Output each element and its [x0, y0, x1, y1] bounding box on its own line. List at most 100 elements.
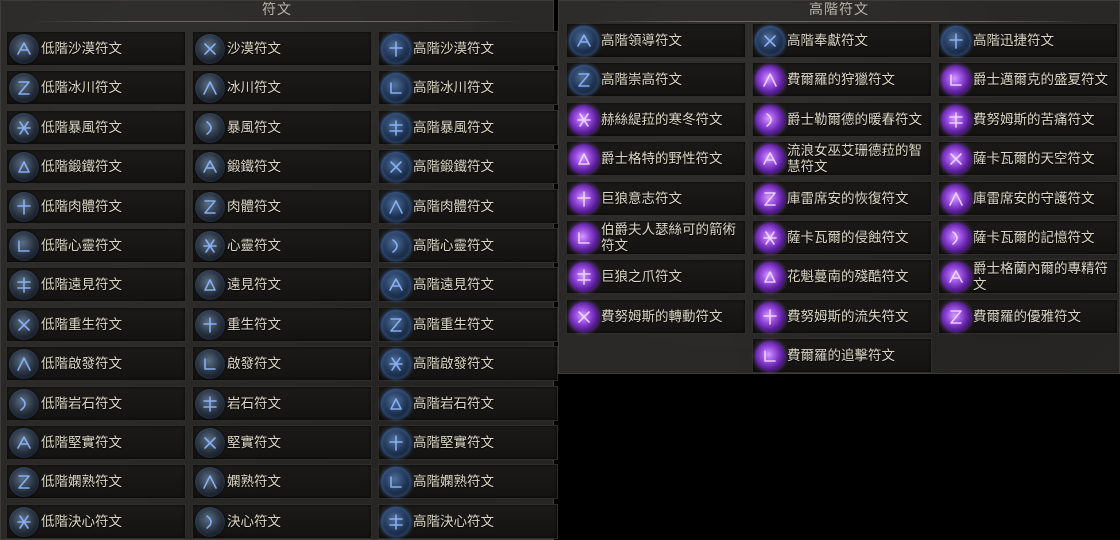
rune-slot[interactable]: 庫雷席安的守護符文	[938, 181, 1118, 216]
rune-slot[interactable]: 高階迅捷符文	[938, 23, 1118, 58]
rune-slot[interactable]: 爵士勒爾德的暖春符文	[752, 102, 932, 137]
rune-slot[interactable]: 高階決心符文	[378, 504, 558, 539]
rune-slot[interactable]: 鍛鐵符文	[192, 149, 372, 184]
rune-slot[interactable]: 巨狼意志符文	[566, 181, 746, 216]
rune-slot[interactable]: 低階決心符文	[6, 504, 186, 539]
rune-label: 爵士邁爾克的盛夏符文	[973, 71, 1108, 88]
rune-slot[interactable]: 低階啟發符文	[6, 346, 186, 381]
rune-icon	[195, 388, 225, 419]
rune-slot[interactable]: 低階心靈符文	[6, 228, 186, 263]
rune-label: 赫絲緹菈的寒冬符文	[601, 111, 723, 128]
rune-label: 心靈符文	[227, 237, 281, 254]
rune-slot[interactable]: 爵士邁爾克的盛夏符文	[938, 62, 1118, 97]
rune-icon	[941, 222, 971, 253]
rune-label: 低階啟發符文	[41, 355, 122, 372]
rune-icon	[941, 104, 971, 135]
rune-slot[interactable]: 低階鍛鐵符文	[6, 149, 186, 184]
rune-slot[interactable]: 高階遠見符文	[378, 267, 558, 302]
rune-slot[interactable]: 費爾羅的追擊符文	[752, 338, 932, 373]
rune-label: 低階決心符文	[41, 513, 122, 530]
rune-slot[interactable]: 低階肉體符文	[6, 189, 186, 224]
rune-slot[interactable]: 暴風符文	[192, 110, 372, 145]
rune-label: 高階崇高符文	[601, 71, 682, 88]
rune-slot[interactable]: 啟發符文	[192, 346, 372, 381]
rune-slot[interactable]: 薩卡瓦爾的天空符文	[938, 141, 1118, 176]
rune-icon	[941, 143, 971, 174]
rune-slot[interactable]: 低階重生符文	[6, 307, 186, 342]
rune-slot[interactable]: 低階冰川符文	[6, 70, 186, 105]
rune-slot[interactable]: 費努姆斯的轉動符文	[566, 299, 746, 334]
rune-slot[interactable]: 重生符文	[192, 307, 372, 342]
rune-slot[interactable]: 低階岩石符文	[6, 386, 186, 421]
rune-label: 高階沙漠符文	[413, 40, 494, 57]
rune-slot[interactable]: 巨狼之爪符文	[566, 259, 746, 294]
rune-icon	[569, 183, 599, 214]
rune-slot[interactable]: 高階暴風符文	[378, 110, 558, 145]
rune-slot[interactable]: 低階遠見符文	[6, 267, 186, 302]
rune-slot[interactable]: 庫雷席安的恢復符文	[752, 181, 932, 216]
rune-slot[interactable]: 花魁蔓南的殘酷符文	[752, 259, 932, 294]
rune-label: 重生符文	[227, 316, 281, 333]
rune-slot[interactable]: 高階奉獻符文	[752, 23, 932, 58]
rune-slot[interactable]: 伯爵夫人瑟絲可的箭術符文	[566, 220, 746, 255]
rune-slot[interactable]: 高階啟發符文	[378, 346, 558, 381]
rune-slot[interactable]: 決心符文	[192, 504, 372, 539]
rune-slot[interactable]: 流浪女巫艾珊德菈的智慧符文	[752, 141, 932, 176]
rune-label: 巨狼意志符文	[601, 190, 682, 207]
rune-slot[interactable]: 遠見符文	[192, 267, 372, 302]
rune-slot[interactable]: 高階領導符文	[566, 23, 746, 58]
rune-icon	[381, 269, 411, 300]
rune-slot[interactable]: 堅實符文	[192, 425, 372, 460]
rune-slot[interactable]: 沙漠符文	[192, 31, 372, 66]
rune-slot[interactable]: 低階沙漠符文	[6, 31, 186, 66]
rune-slot[interactable]: 高階鍛鐵符文	[378, 149, 558, 184]
rune-label: 鍛鐵符文	[227, 158, 281, 175]
rune-label: 費努姆斯的流失符文	[787, 308, 909, 325]
rune-slot[interactable]: 岩石符文	[192, 386, 372, 421]
rune-panel: 符文 低階沙漠符文 沙漠符文 高階沙漠符文 低階冰川符文 冰川符文 高階冰川符文 低階暴風符…	[0, 0, 558, 540]
rune-slot[interactable]: 低階堅實符文	[6, 425, 186, 460]
rune-slot[interactable]: 高階重生符文	[378, 307, 558, 342]
rune-slot[interactable]: 費爾羅的狩獵符文	[752, 62, 932, 97]
rune-slot[interactable]: 赫絲緹菈的寒冬符文	[566, 102, 746, 137]
rune-label: 高階嫻熟符文	[413, 473, 494, 490]
rune-icon	[195, 427, 225, 458]
rune-slot[interactable]: 爵士格特的野性符文	[566, 141, 746, 176]
rune-label: 肉體符文	[227, 198, 281, 215]
rune-slot[interactable]: 肉體符文	[192, 189, 372, 224]
rune-slot[interactable]: 高階心靈符文	[378, 228, 558, 263]
rune-icon	[941, 25, 971, 56]
rune-slot[interactable]: 高階肉體符文	[378, 189, 558, 224]
rune-slot[interactable]: 爵士格蘭內爾的專精符文	[938, 259, 1118, 294]
rune-icon	[9, 33, 39, 64]
rune-slot[interactable]: 薩卡瓦爾的記憶符文	[938, 220, 1118, 255]
rune-slot[interactable]: 高階嫻熟符文	[378, 464, 558, 499]
rune-slot[interactable]: 高階崇高符文	[566, 62, 746, 97]
rune-slot[interactable]: 高階冰川符文	[378, 70, 558, 105]
rune-slot[interactable]: 高階沙漠符文	[378, 31, 558, 66]
rune-label: 薩卡瓦爾的記憶符文	[973, 229, 1095, 246]
rune-slot[interactable]: 費努姆斯的苦痛符文	[938, 102, 1118, 137]
rune-slot[interactable]: 嫻熟符文	[192, 464, 372, 499]
rune-slot[interactable]: 費努姆斯的流失符文	[752, 299, 932, 334]
rune-icon	[381, 191, 411, 222]
rune-label: 決心符文	[227, 513, 281, 530]
rune-slot[interactable]: 薩卡瓦爾的侵蝕符文	[752, 220, 932, 255]
rune-slot[interactable]: 低階暴風符文	[6, 110, 186, 145]
rune-label: 伯爵夫人瑟絲可的箭術符文	[601, 221, 736, 254]
rune-icon	[755, 25, 785, 56]
rune-label: 高階遠見符文	[413, 276, 494, 293]
rune-slot[interactable]: 費爾羅的優雅符文	[938, 299, 1118, 334]
rune-label: 費爾羅的優雅符文	[973, 308, 1081, 325]
rune-icon	[9, 269, 39, 300]
rune-slot[interactable]: 低階嫻熟符文	[6, 464, 186, 499]
rune-icon	[9, 427, 39, 458]
rune-slot[interactable]: 心靈符文	[192, 228, 372, 263]
rune-slot[interactable]: 高階堅實符文	[378, 425, 558, 460]
rune-label: 低階心靈符文	[41, 237, 122, 254]
rune-icon	[569, 143, 599, 174]
rune-icon	[195, 230, 225, 261]
rune-label: 低階冰川符文	[41, 79, 122, 96]
rune-slot[interactable]: 高階岩石符文	[378, 386, 558, 421]
rune-slot[interactable]: 冰川符文	[192, 70, 372, 105]
